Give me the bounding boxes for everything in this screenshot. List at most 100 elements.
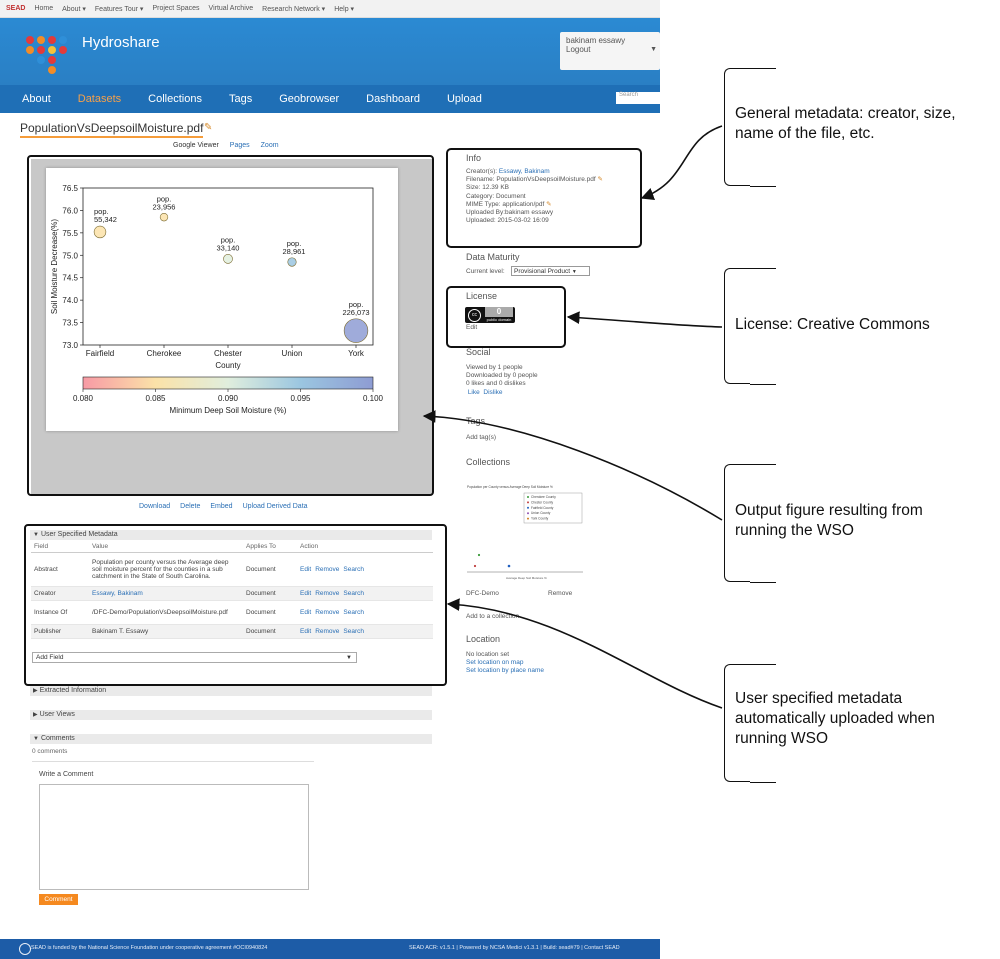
maturity-title: Data Maturity [466, 252, 520, 262]
extracted-info-title: Extracted Information [39, 687, 107, 694]
thumb-point [507, 564, 511, 568]
divider [32, 761, 314, 762]
collections-title: Collections [466, 457, 511, 467]
maturity-label: Current level: [466, 268, 505, 275]
nav-upload[interactable]: Upload [447, 93, 482, 105]
user-views-title: User Views [39, 711, 75, 718]
nsf-seal-icon [19, 943, 31, 955]
topbar-virtual-archive-link[interactable]: Virtual Archive [209, 5, 254, 12]
footer: SEAD is funded by the National Science F… [0, 939, 660, 959]
thumb-legend-label: Cherokee County [531, 495, 556, 499]
thumb-legend-marker [527, 517, 529, 520]
thumb-legend-label: Union County [531, 511, 551, 515]
annotation-general-metadata: General metadata: creator, size, name of… [735, 105, 956, 142]
nav-about[interactable]: About [22, 93, 51, 105]
topbar-project-spaces-link[interactable]: Project Spaces [152, 5, 199, 12]
like-link[interactable]: Like [468, 389, 480, 396]
user-menu[interactable]: bakinam essawy Logout ▼ [560, 32, 660, 70]
nav-tags[interactable]: Tags [229, 93, 252, 105]
chevron-down-icon: ▼ [650, 46, 657, 53]
viewed-count: Viewed by 1 people [466, 364, 523, 371]
thumb-title: Population per County versus Average Dee… [467, 485, 553, 489]
tab-google-viewer[interactable]: Google Viewer [173, 142, 219, 149]
viewer-tabs: Google Viewer Pages Zoom [173, 142, 279, 149]
upload-derived-data-link[interactable]: Upload Derived Data [243, 503, 308, 510]
add-tags-link[interactable]: Add tag(s) [466, 434, 496, 442]
app-title: Hydroshare [82, 34, 160, 51]
add-to-collection-link[interactable]: Add to a collection [466, 613, 519, 621]
downloaded-count: Downloaded by 0 people [466, 372, 538, 380]
info-highlight-box [446, 148, 642, 248]
collection-link[interactable]: DFC-Demo [466, 590, 499, 598]
main-nav: About Datasets Collections Tags Geobrows… [0, 85, 660, 113]
tab-pages[interactable]: Pages [230, 142, 250, 149]
thumb-point [473, 564, 477, 568]
footer-version-text: SEAD ACR: v1.5.1 | Powered by NCSA Medic… [409, 945, 620, 951]
nav-dashboard[interactable]: Dashboard [366, 93, 420, 105]
annotation-license: License: Creative Commons [735, 316, 930, 333]
topbar-help-menu[interactable]: Help ▾ [334, 5, 354, 13]
no-location-text: No location set [466, 651, 509, 658]
write-comment-label: Write a Comment [39, 771, 94, 778]
topbar-about-menu[interactable]: About ▾ [62, 5, 86, 13]
extracted-info-header[interactable]: ▶ Extracted Information [30, 686, 432, 696]
topbar-research-network-menu[interactable]: Research Network ▾ [262, 5, 325, 13]
thumb-legend-marker [527, 501, 529, 504]
location-title: Location [466, 634, 501, 644]
file-title: PopulationVsDeepsoilMoisture.pdf [20, 121, 204, 138]
user-name: bakinam essawy [566, 36, 626, 45]
location-details: No location set Set location on map Set … [466, 651, 544, 676]
maturity-value: Provisional Product [514, 268, 570, 275]
comments-title: Comments [40, 735, 75, 742]
user-views-header[interactable]: ▶ User Views [30, 710, 432, 720]
topbar-home-link[interactable]: Home [34, 5, 53, 12]
thumb-legend-marker [527, 506, 529, 509]
triangle-right-icon: ▶ [33, 712, 38, 718]
comment-textarea[interactable] [39, 784, 309, 890]
nav-collections[interactable]: Collections [148, 93, 202, 105]
thumb-x-label: Average Deep Soil Moisture % [506, 576, 547, 580]
nav-datasets[interactable]: Datasets [78, 93, 121, 105]
download-link[interactable]: Download [139, 503, 170, 510]
social-details: Viewed by 1 people Downloaded by 0 peopl… [466, 364, 538, 397]
social-title: Social [466, 347, 491, 357]
collection-thumbnail[interactable]: Population per County versus Average Dee… [466, 482, 585, 581]
nav-geobrowser[interactable]: Geobrowser [279, 93, 339, 105]
comments-count: 0 comments [32, 748, 68, 755]
likes-count: 0 likes and 0 dislikes [466, 380, 526, 388]
tab-zoom[interactable]: Zoom [261, 142, 279, 149]
footer-funding-text: SEAD is funded by the National Science F… [31, 945, 268, 951]
dislike-link[interactable]: Dislike [483, 389, 502, 396]
file-actions: Download Delete Embed Upload Derived Dat… [139, 503, 308, 510]
topbar-features-menu[interactable]: Features Tour ▾ [95, 5, 144, 13]
figure-highlight-box [27, 155, 434, 496]
triangle-down-icon: ▼ [33, 736, 39, 742]
set-location-map-link[interactable]: Set location on map [466, 659, 544, 667]
search-input[interactable]: Search [616, 92, 660, 104]
thumb-point [477, 553, 481, 557]
arrow-to-license [566, 311, 723, 328]
thumb-legend-label: Chester County [531, 500, 554, 504]
top-utility-bar: SEAD Home About ▾ Features Tour ▾ Projec… [0, 0, 660, 18]
set-location-name-link[interactable]: Set location by place name [466, 667, 544, 675]
sead-brand-link[interactable]: SEAD [6, 5, 25, 12]
edit-icon[interactable]: ✎ [204, 122, 212, 133]
thumb-legend-label: Fairfield County [531, 506, 554, 510]
tags-title: Tags [466, 416, 486, 426]
maturity-select[interactable]: Provisional Product ▼ [511, 266, 590, 276]
arrow-to-info [640, 125, 723, 200]
app-header: Hydroshare bakinam essawy Logout ▼ [0, 18, 660, 85]
comments-header[interactable]: ▼ Comments [30, 734, 432, 744]
collection-remove-link[interactable]: Remove [548, 590, 572, 598]
delete-link[interactable]: Delete [180, 503, 200, 510]
embed-link[interactable]: Embed [210, 503, 232, 510]
license-highlight-box [446, 286, 566, 348]
metadata-highlight-box [24, 524, 447, 686]
annotation-user-metadata: User specified metadata automatically up… [735, 690, 935, 747]
chevron-down-icon: ▼ [571, 269, 577, 275]
thumb-legend-marker [527, 512, 529, 515]
comment-button[interactable]: Comment [39, 894, 78, 905]
thumb-legend-marker [527, 496, 529, 498]
logout-link[interactable]: Logout [566, 45, 654, 54]
thumb-legend-label: York County [531, 517, 549, 521]
